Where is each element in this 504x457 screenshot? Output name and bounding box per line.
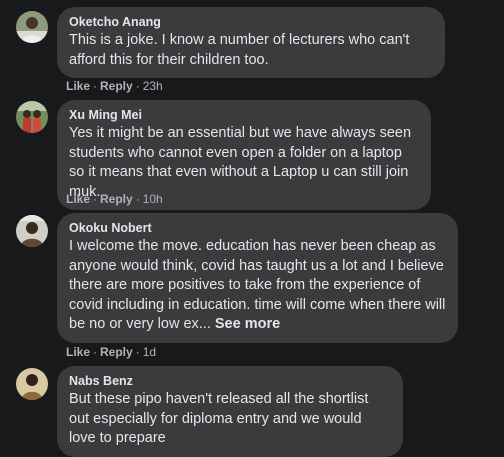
comment-timestamp[interactable]: 10h [143, 192, 163, 206]
comment-bubble: Okoku Nobert I welcome the move. educati… [57, 213, 458, 343]
reply-button[interactable]: Reply [100, 345, 133, 359]
comment-author[interactable]: Nabs Benz [69, 373, 391, 389]
comment-timestamp[interactable]: 23h [143, 79, 163, 93]
avatar[interactable] [16, 11, 48, 43]
user-avatar-icon [16, 101, 48, 133]
separator-dot: · [93, 345, 98, 359]
comment-author[interactable]: Oketcho Anang [69, 14, 433, 30]
like-button[interactable]: Like [66, 79, 90, 93]
comment-actions: Like · Reply · 23h [66, 78, 163, 94]
like-button[interactable]: Like [66, 345, 90, 359]
user-avatar-icon [16, 368, 48, 400]
separator-dot: · [135, 79, 140, 93]
user-avatar-icon [16, 215, 48, 247]
see-more-link[interactable]: See more [215, 316, 280, 332]
comment-author[interactable]: Xu Ming Mei [69, 107, 419, 123]
separator-dot: · [135, 192, 140, 206]
comment-bubble: Nabs Benz But these pipo haven't release… [57, 366, 403, 457]
reply-button[interactable]: Reply [100, 79, 133, 93]
avatar[interactable] [16, 215, 48, 247]
comment-actions: Like · Reply · 1d [66, 344, 156, 360]
comment-author[interactable]: Okoku Nobert [69, 220, 446, 236]
reply-button[interactable]: Reply [100, 192, 133, 206]
user-avatar-icon [16, 11, 48, 43]
separator-dot: · [135, 345, 140, 359]
comment-timestamp[interactable]: 1d [143, 345, 156, 359]
comment-text: This is a joke. I know a number of lectu… [69, 32, 410, 68]
avatar[interactable] [16, 368, 48, 400]
comment-text: But these pipo haven't released all the … [69, 391, 369, 446]
like-button[interactable]: Like [66, 192, 90, 206]
comment-bubble: Oketcho Anang This is a joke. I know a n… [57, 7, 445, 78]
separator-dot: · [93, 192, 98, 206]
comment-actions: Like · Reply · 10h [66, 191, 163, 207]
separator-dot: · [93, 79, 98, 93]
comment-text: I welcome the move. education has never … [69, 237, 446, 335]
avatar[interactable] [16, 101, 48, 133]
